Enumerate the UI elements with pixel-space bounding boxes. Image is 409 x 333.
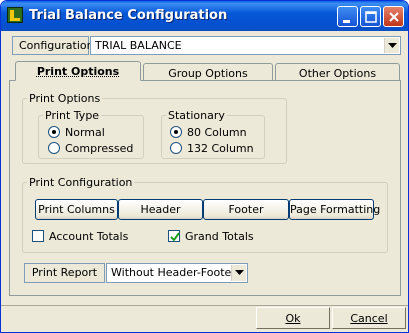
print-report-label: Print Report [24, 263, 105, 283]
close-icon [389, 12, 399, 22]
stationary-title: Stationary [168, 109, 225, 122]
tab-other-options[interactable]: Other Options [275, 63, 400, 81]
print-report-select[interactable]: Without Header-Footer [106, 263, 248, 283]
app-logo-icon [7, 7, 23, 23]
print-type-title: Print Type [45, 109, 100, 122]
radio-selected-icon [48, 126, 60, 138]
maximize-button[interactable] [360, 6, 381, 27]
configuration-value: TRIAL BALANCE [95, 39, 182, 52]
minimize-button[interactable] [337, 6, 358, 27]
radio-selected-icon [170, 126, 182, 138]
configuration-select[interactable]: TRIAL BALANCE [90, 36, 401, 55]
footer-button[interactable]: Footer [203, 199, 289, 220]
checkmark-icon [168, 230, 180, 242]
checkbox-unchecked-icon [32, 230, 44, 242]
page-formatting-button[interactable]: Page Formatting [289, 199, 380, 220]
print-report-value: Without Header-Footer [111, 266, 236, 279]
ok-button[interactable]: Ok [256, 307, 330, 329]
tab-group-options[interactable]: Group Options [143, 63, 273, 81]
radio-unselected-icon [170, 142, 182, 154]
radio-unselected-icon [48, 142, 60, 154]
window-title: Trial Balance Configuration [29, 8, 228, 23]
cancel-button[interactable]: Cancel [332, 307, 406, 329]
title-bar[interactable]: Trial Balance Configuration [1, 1, 408, 31]
close-button[interactable] [383, 6, 404, 27]
chevron-down-icon[interactable] [384, 38, 399, 53]
tab-print-options[interactable]: Print Options [15, 61, 141, 81]
print-configuration-title: Print Configuration [29, 176, 133, 189]
print-columns-button[interactable]: Print Columns [35, 199, 118, 220]
chevron-down-icon[interactable] [231, 265, 246, 281]
dialog-window: Trial Balance Configuration Configuratio… [0, 0, 409, 333]
maximize-icon [365, 11, 377, 23]
header-button[interactable]: Header [118, 199, 203, 220]
print-options-title: Print Options [29, 92, 101, 105]
configuration-label: Configuration [12, 36, 94, 55]
minimize-icon [343, 20, 350, 23]
